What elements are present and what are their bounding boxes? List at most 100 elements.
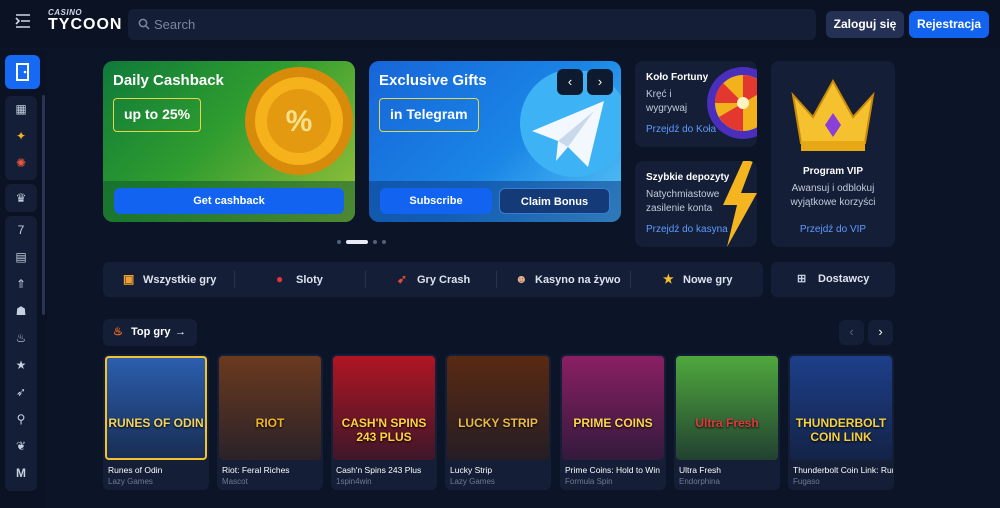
subscribe-button[interactable]: Subscribe <box>380 188 492 214</box>
game-thumbnail[interactable]: Ultra Fresh <box>676 356 778 460</box>
carousel-dot[interactable] <box>382 240 386 244</box>
game-provider: Lazy Games <box>450 477 495 486</box>
search-input[interactable]: Search <box>128 9 816 40</box>
game-provider: Formula Spin <box>565 477 613 486</box>
game-provider: 1spin4win <box>336 477 372 486</box>
vip-card-title: Program VIP <box>802 166 864 177</box>
gift-icon[interactable]: ✦ <box>5 129 37 143</box>
games-prev-button[interactable]: ‹ <box>839 320 864 345</box>
game-thumbnail-title: LUCKY STRIP <box>458 416 538 430</box>
slot-machine-icon: ▣ <box>123 272 135 286</box>
sidebar-scrollbar[interactable] <box>42 95 45 315</box>
game-name: Ultra Fresh <box>679 465 722 475</box>
fire-icon[interactable]: ♨ <box>5 331 37 345</box>
vip-card-text-1: Awansuj i odblokuj <box>791 183 875 194</box>
carousel-dot[interactable] <box>337 240 341 244</box>
game-tile[interactable]: LUCKY STRIP Lucky Strip Lazy Games <box>445 354 551 490</box>
deposit-card[interactable]: Szybkie depozyty Natychmiastowe zasileni… <box>635 161 757 247</box>
calendar-icon[interactable]: ▦ <box>5 102 37 116</box>
game-name: Thunderbolt Coin Link: Running Wins <box>793 465 893 475</box>
providers-button[interactable]: ⊞ Dostawcy <box>771 262 895 297</box>
banner-telegram-title: Exclusive Gifts <box>379 72 487 89</box>
game-tile[interactable]: PRIME COINS Prime Coins: Hold to Win Formu… <box>560 354 666 490</box>
sidebar-door-button[interactable] <box>5 55 40 89</box>
game-tile[interactable]: CASH'N SPINS 243 PLUS Cash'n Spins 243 Pl… <box>331 354 437 490</box>
pin-icon[interactable]: ⚲ <box>5 412 37 426</box>
arrow-right-icon: → <box>175 326 186 338</box>
deposit-card-link[interactable]: Przejdź do kasyna <box>646 224 728 235</box>
game-thumbnail-title: PRIME COINS <box>573 416 653 430</box>
banner-cashback-title: Daily Cashback <box>113 72 224 89</box>
crown-icon <box>791 78 875 151</box>
register-button[interactable]: Rejestracja <box>909 11 989 38</box>
seven-icon[interactable]: 7 <box>5 223 37 237</box>
game-tile[interactable]: Ultra Fresh Ultra Fresh Endorphina <box>674 354 780 490</box>
cards-icon[interactable]: ▤ <box>5 250 37 264</box>
category-live-casino[interactable]: ☻ Kasyno na żywo <box>515 262 621 297</box>
carousel-dot-active[interactable] <box>346 240 368 244</box>
star-icon[interactable]: ★ <box>5 358 37 372</box>
banner-prev-button[interactable]: ‹ <box>557 69 583 95</box>
star-icon: ★ <box>663 272 674 286</box>
category-all-games[interactable]: ▣ Wszystkie gry <box>123 262 216 297</box>
banner-telegram[interactable]: ‹ › Exclusive Gifts in Telegram Subscrib… <box>369 61 621 222</box>
game-tile[interactable]: THUNDERBOLT COIN LINK Thunderbolt Coin Li… <box>788 354 894 490</box>
deposit-card-text-1: Natychmiastowe <box>646 189 720 200</box>
vip-card[interactable]: Program VIP Awansuj i odblokuj wyjątkowe… <box>771 61 895 247</box>
game-tile[interactable]: RIOT Riot: Feral Riches Mascot <box>217 354 323 490</box>
game-thumbnail-title: RIOT <box>255 416 285 430</box>
category-new-games[interactable]: ★ Nowe gry <box>663 262 733 297</box>
game-name: Prime Coins: Hold to Win <box>565 465 660 475</box>
game-thumbnail[interactable]: RIOT <box>219 356 321 460</box>
game-thumbnail[interactable]: THUNDERBOLT COIN LINK <box>790 356 892 460</box>
dealer-icon[interactable]: ☗ <box>5 304 37 318</box>
category-slots[interactable]: ● Sloty <box>276 262 323 297</box>
leaf-icon[interactable]: ❦ <box>5 439 37 453</box>
game-thumbnail[interactable]: LUCKY STRIP <box>447 356 549 460</box>
game-provider: Endorphina <box>679 477 720 486</box>
wheel-card-title: Koło Fortuny <box>646 72 709 83</box>
wheel-card-link[interactable]: Przejdź do Koła <box>646 124 716 135</box>
banner-telegram-badge: in Telegram <box>379 98 479 132</box>
game-provider: Mascot <box>222 477 248 486</box>
banner-cashback[interactable]: % Daily Cashback up to 25% Get cashback <box>103 61 355 222</box>
banner-next-button[interactable]: › <box>587 69 613 95</box>
deposit-card-text-2: zasilenie konta <box>646 203 713 214</box>
game-thumbnail[interactable]: PRIME COINS <box>562 356 664 460</box>
trophy-icon[interactable]: ♛ <box>5 191 37 205</box>
wheel-card-text-2: wygrywaj <box>646 103 688 114</box>
logo[interactable]: CASINO TYCOON <box>48 8 122 40</box>
carousel-dot[interactable] <box>373 240 377 244</box>
game-thumbnail[interactable]: CASH'N SPINS 243 PLUS <box>333 356 435 460</box>
menu-toggle-icon[interactable] <box>12 14 34 34</box>
game-thumbnail-title: CASH'N SPINS 243 PLUS <box>341 416 427 444</box>
wheel-card-text-1: Kręć i <box>646 89 672 100</box>
launch-icon[interactable]: ➶ <box>5 385 37 399</box>
games-next-button[interactable]: › <box>868 320 893 345</box>
game-thumbnail[interactable]: RUNES OF ODIN <box>105 356 207 460</box>
sidebar-group-promos: ▦ ✦ ✺ <box>5 96 37 180</box>
game-name: Cash'n Spins 243 Plus <box>336 465 422 475</box>
game-thumbnail-title: RUNES OF ODIN <box>108 416 204 430</box>
deposit-card-title: Szybkie depozyty <box>646 172 730 183</box>
banner-cashback-badge: up to 25% <box>113 98 202 132</box>
coin-icon: % <box>245 67 353 175</box>
dealer-icon: ☻ <box>515 272 528 286</box>
cherry-icon: ● <box>276 272 284 286</box>
providers-icon: ⊞ <box>797 273 807 285</box>
m-icon[interactable]: M <box>5 466 37 480</box>
vip-card-link[interactable]: Przejdź do VIP <box>771 224 895 235</box>
wheel-icon[interactable]: ✺ <box>5 156 37 170</box>
category-crash[interactable]: ➹ Gry Crash <box>397 262 470 297</box>
fire-icon: ♨ <box>113 326 123 338</box>
sidebar-group-trophy: ♛ <box>5 184 37 212</box>
login-button[interactable]: Zaloguj się <box>826 11 904 38</box>
game-tile[interactable]: RUNES OF ODIN Runes of Odin Lazy Games <box>103 354 209 490</box>
game-provider: Lazy Games <box>108 477 153 486</box>
claim-bonus-button[interactable]: Claim Bonus <box>499 188 610 214</box>
top-games-button[interactable]: ♨ Top gry → <box>103 319 197 346</box>
rocket-icon[interactable]: ⇑ <box>5 277 37 291</box>
wheel-card[interactable]: Koło Fortuny Kręć i wygrywaj Przejdź do … <box>635 61 757 147</box>
get-cashback-button[interactable]: Get cashback <box>114 188 344 214</box>
game-provider: Fugaso <box>793 477 820 486</box>
